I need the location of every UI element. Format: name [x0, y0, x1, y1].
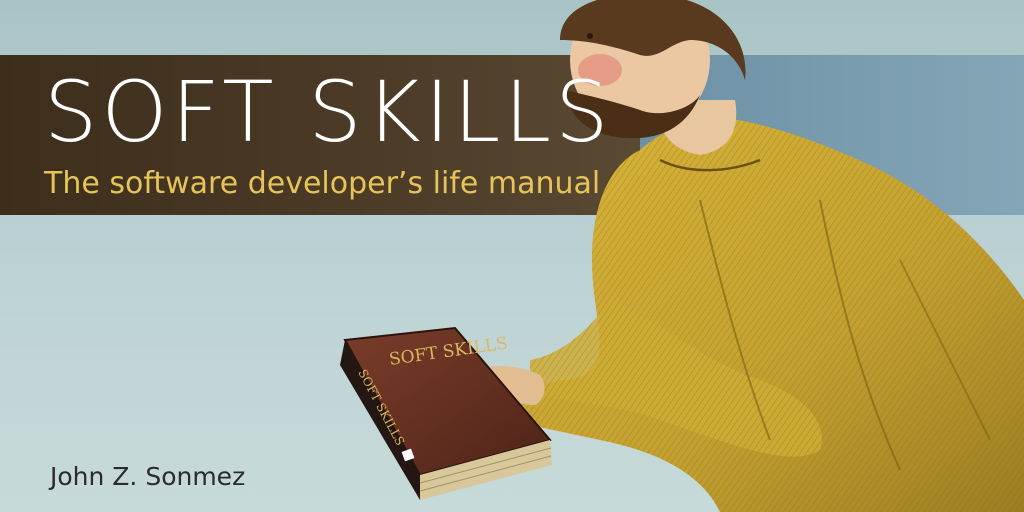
cover-author: John Z. Sonmez: [50, 462, 246, 491]
cover-subtitle: The software developer’s life manual: [44, 166, 601, 201]
book-cover: SOFT SKILLS SOFT SKILLS SOFT SKILLS The …: [0, 0, 1024, 512]
book-in-hand: SOFT SKILLS SOFT SKILLS: [340, 326, 552, 500]
cover-title: SOFT SKILLS: [44, 63, 613, 161]
